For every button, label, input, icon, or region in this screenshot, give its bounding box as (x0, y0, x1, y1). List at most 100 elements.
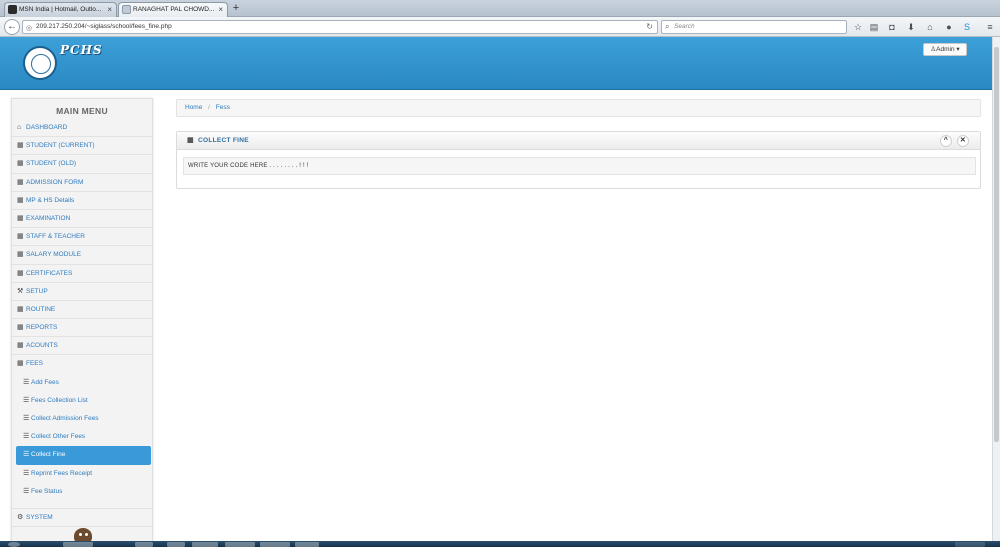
grid-icon: ▦ (17, 360, 24, 368)
menu-item-system[interactable]: ⚙ SYSTEM (12, 509, 152, 528)
msn-favicon-icon (8, 5, 17, 14)
admin-user-button[interactable]: ♙Admin ▾ (923, 43, 967, 56)
taskbar-app-button[interactable] (225, 542, 255, 547)
grid-icon: ▦ (17, 214, 24, 222)
browser-tab-ranaghat[interactable]: RANAGHAT PAL CHOWD... × (118, 2, 228, 17)
menu-label: SYSTEM (26, 513, 53, 521)
menu-label: STUDENT (OLD) (26, 160, 77, 168)
menu-item-certificates[interactable]: ▦ CERTIFICATES (12, 265, 152, 283)
taskbar-app-button[interactable] (295, 542, 319, 547)
grid-icon: ▦ (17, 196, 24, 204)
taskbar-app-button[interactable] (167, 542, 185, 547)
submenu-item-collect-other-fees[interactable]: ☰ Collect Other Fees (12, 428, 152, 446)
browser-nav-bar: ← ◎ 209.217.250.204/~siglass/school/fees… (0, 17, 1000, 37)
menu-label: ACOUNTS (26, 342, 58, 350)
tab-title: MSN India | Hotmail, Outlo... (19, 6, 102, 13)
submenu-label: Add Fees (31, 378, 59, 386)
menu-item-student-old[interactable]: ▦ STUDENT (OLD) (12, 155, 152, 174)
home-icon: ⌂ (17, 124, 22, 131)
breadcrumb: Home / Fess (176, 99, 981, 117)
menu-item-routine[interactable]: ▦ ROUTINE (12, 301, 152, 320)
reload-icon[interactable]: ↻ (646, 21, 653, 33)
collapse-panel-button[interactable]: ^ (940, 135, 952, 147)
caret-down-icon: ▾ (954, 46, 960, 53)
menu-item-dashboard[interactable]: ⌂ DASHBOARD (12, 119, 152, 138)
taskbar-app-button[interactable] (192, 542, 218, 547)
breadcrumb-home-link[interactable]: Home (185, 104, 202, 111)
submenu-item-add-fees[interactable]: ☰ Add Fees (12, 374, 152, 392)
grid-icon: ▦ (17, 305, 24, 313)
breadcrumb-current-link[interactable]: Fess (216, 104, 230, 111)
collect-fine-panel: ▦ COLLECT FINE ^ ✕ WRITE YOUR CODE HERE … (176, 131, 981, 189)
menu-icon[interactable]: ≡ (984, 21, 996, 33)
main-menu-title: MAIN MENU (56, 106, 108, 116)
menu-item-mp-hs-details[interactable]: ▦ MP & HS Details (12, 192, 152, 210)
menu-divider (12, 501, 152, 509)
grid-icon: ▦ (17, 251, 24, 259)
menu-label: ROUTINE (26, 305, 56, 313)
address-bar[interactable]: ◎ 209.217.250.204/~siglass/school/fees_f… (22, 20, 658, 34)
app-header: PCHS ♙Admin ▾ (0, 37, 992, 90)
menu-item-examination[interactable]: ▦ EXAMINATION (12, 210, 152, 229)
menu-item-acounts[interactable]: ▦ ACOUNTS (12, 337, 152, 356)
submenu-label: Collect Fine (31, 451, 66, 459)
chat-icon[interactable]: ● (943, 21, 955, 33)
grid-icon: ▦ (17, 142, 24, 150)
menu-label: SETUP (26, 287, 48, 295)
menu-item-fees[interactable]: ▦ FEES (12, 355, 152, 373)
browser-tab-msn[interactable]: MSN India | Hotmail, Outlo... × (4, 2, 117, 17)
browser-tab-strip: MSN India | Hotmail, Outlo... × RANAGHAT… (0, 0, 1000, 17)
menu-label: STUDENT (CURRENT) (26, 142, 95, 150)
submenu-item-fees-collection-list[interactable]: ☰ Fees Collection List (12, 392, 152, 410)
list-icon: ☰ (23, 487, 30, 495)
search-placeholder: Search (674, 23, 695, 30)
submenu-item-collect-fine[interactable]: ☰ Collect Fine (16, 446, 151, 465)
scrollbar-thumb[interactable] (994, 47, 999, 442)
submenu-item-collect-admission-fees[interactable]: ☰ Collect Admission Fees (12, 410, 152, 428)
grid-icon: ▦ (17, 324, 24, 332)
submenu-item-reprint-fees-receipt[interactable]: ☰ Reprint Fees Receipt (12, 465, 152, 483)
pocket-icon[interactable]: ◘ (886, 21, 898, 33)
close-panel-button[interactable]: ✕ (957, 135, 969, 147)
menu-item-staff-teacher[interactable]: ▦ STAFF & TEACHER (12, 228, 152, 247)
menu-item-salary-module[interactable]: ▦ SALARY MODULE (12, 246, 152, 265)
page-scrollbar[interactable] (992, 37, 1000, 541)
new-tab-button[interactable]: + (230, 2, 242, 15)
submenu-label: Collect Other Fees (31, 433, 86, 441)
list-icon: ☰ (23, 433, 30, 441)
globe-icon: ◎ (26, 25, 33, 32)
bookmark-star-icon[interactable]: ☆ (852, 21, 864, 33)
system-tray[interactable] (955, 542, 985, 547)
submenu-item-fee-status[interactable]: ☰ Fee Status (12, 483, 152, 501)
url-text: 209.217.250.204/~siglass/school/fees_fin… (36, 23, 172, 30)
clipboard-icon[interactable]: ▤ (868, 21, 880, 33)
download-icon[interactable]: ⬇ (905, 21, 917, 33)
panel-body-text: WRITE YOUR CODE HERE . . . . . . . . ! !… (183, 157, 976, 175)
breadcrumb-separator: / (208, 104, 210, 111)
list-icon: ☰ (23, 396, 30, 404)
main-menu-sidebar: MAIN MENU ⌂ DASHBOARD ▦ STUDENT (CURRENT) … (11, 98, 153, 547)
wrench-icon: ⚒ (17, 287, 24, 295)
home-icon[interactable]: ⌂ (924, 21, 936, 33)
taskbar-app-button[interactable] (260, 542, 290, 547)
menu-item-reports[interactable]: ▦ REPORTS (12, 319, 152, 338)
start-button[interactable] (8, 542, 20, 547)
panel-title: COLLECT FINE (198, 137, 249, 144)
menu-label: ADMISSION FORM (26, 178, 84, 186)
submenu-label: Reprint Fees Receipt (31, 469, 93, 477)
skype-icon[interactable]: S (961, 21, 973, 33)
menu-item-student-current[interactable]: ▦ STUDENT (CURRENT) (12, 137, 152, 156)
menu-label: FEES (26, 360, 43, 368)
grid-icon: ▦ (17, 160, 24, 168)
menu-item-setup[interactable]: ⚒ SETUP (12, 283, 152, 301)
os-taskbar (0, 541, 1000, 547)
close-tab-icon[interactable]: × (218, 3, 223, 16)
close-tab-icon[interactable]: × (107, 3, 112, 16)
menu-item-admission-form[interactable]: ▦ ADMISSION FORM (12, 174, 152, 192)
menu-label: DASHBOARD (26, 124, 68, 131)
taskbar-app-button[interactable] (63, 542, 93, 547)
back-button[interactable]: ← (4, 19, 20, 35)
taskbar-app-button[interactable] (135, 542, 153, 547)
list-icon: ☰ (23, 415, 30, 422)
search-input[interactable]: ⌕ Search (661, 20, 847, 34)
